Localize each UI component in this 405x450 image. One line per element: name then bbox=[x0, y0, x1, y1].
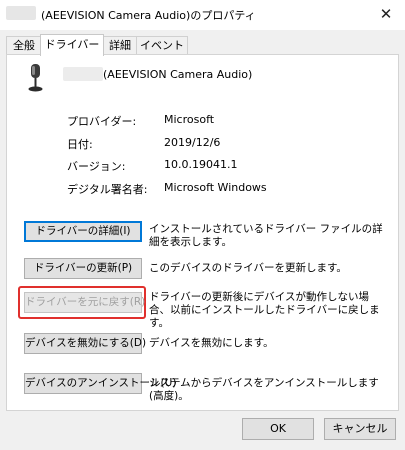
date-value: 2019/12/6 bbox=[164, 136, 221, 149]
uninstall-device-button[interactable]: デバイスのアンインストール(U) bbox=[24, 373, 176, 394]
driver-details-description: インストールされているドライバー ファイルの詳細を表示します。 bbox=[149, 223, 383, 248]
disable-device-description: デバイスを無効にします。 bbox=[149, 337, 274, 349]
rollback-driver-description: ドライバーの更新後にデバイスが動作しない場合、以前にインストールしたドライバーに… bbox=[149, 291, 380, 329]
close-button[interactable]: ✕ bbox=[367, 0, 405, 28]
blurred-device-name-prefix bbox=[63, 67, 103, 81]
signer-label: デジタル署名者: bbox=[67, 183, 148, 196]
update-driver-button[interactable]: ドライバーの更新(P) bbox=[24, 258, 142, 279]
tab-events[interactable]: イベント bbox=[136, 36, 188, 55]
provider-label: プロバイダー: bbox=[67, 115, 137, 128]
tab-details[interactable]: 詳細 bbox=[102, 36, 138, 55]
driver-panel: (AEEVISION Camera Audio) プロバイダー: Microso… bbox=[6, 54, 399, 411]
tab-driver[interactable]: ドライバー bbox=[40, 34, 104, 56]
driver-details-button[interactable]: ドライバーの詳細(I) bbox=[24, 221, 142, 242]
window-title: (AEEVISION Camera Audio)のプロパティ bbox=[41, 9, 256, 22]
update-driver-description: このデバイスのドライバーを更新します。 bbox=[149, 262, 347, 274]
uninstall-device-description: システムからデバイスをアンインストールします (高度)。 bbox=[149, 377, 379, 402]
version-value: 10.0.19041.1 bbox=[164, 158, 238, 171]
ok-button[interactable]: OK bbox=[242, 418, 314, 440]
version-label: バージョン: bbox=[67, 160, 126, 173]
close-icon: ✕ bbox=[379, 5, 393, 23]
blurred-device-prefix bbox=[6, 6, 36, 20]
provider-value: Microsoft bbox=[164, 113, 215, 126]
device-name: (AEEVISION Camera Audio) bbox=[103, 68, 253, 81]
tab-strip: 全般 ドライバー 詳細 イベント bbox=[6, 34, 399, 56]
microphone-icon bbox=[28, 64, 43, 92]
title-bar: (AEEVISION Camera Audio)のプロパティ ✕ bbox=[0, 0, 405, 30]
rollback-driver-button[interactable]: ドライバーを元に戻す(R) bbox=[24, 292, 145, 313]
signer-value: Microsoft Windows bbox=[164, 181, 267, 194]
cancel-button[interactable]: キャンセル bbox=[324, 418, 396, 440]
date-label: 日付: bbox=[67, 138, 93, 151]
disable-device-button[interactable]: デバイスを無効にする(D) bbox=[24, 333, 146, 354]
tab-general[interactable]: 全般 bbox=[6, 36, 42, 55]
